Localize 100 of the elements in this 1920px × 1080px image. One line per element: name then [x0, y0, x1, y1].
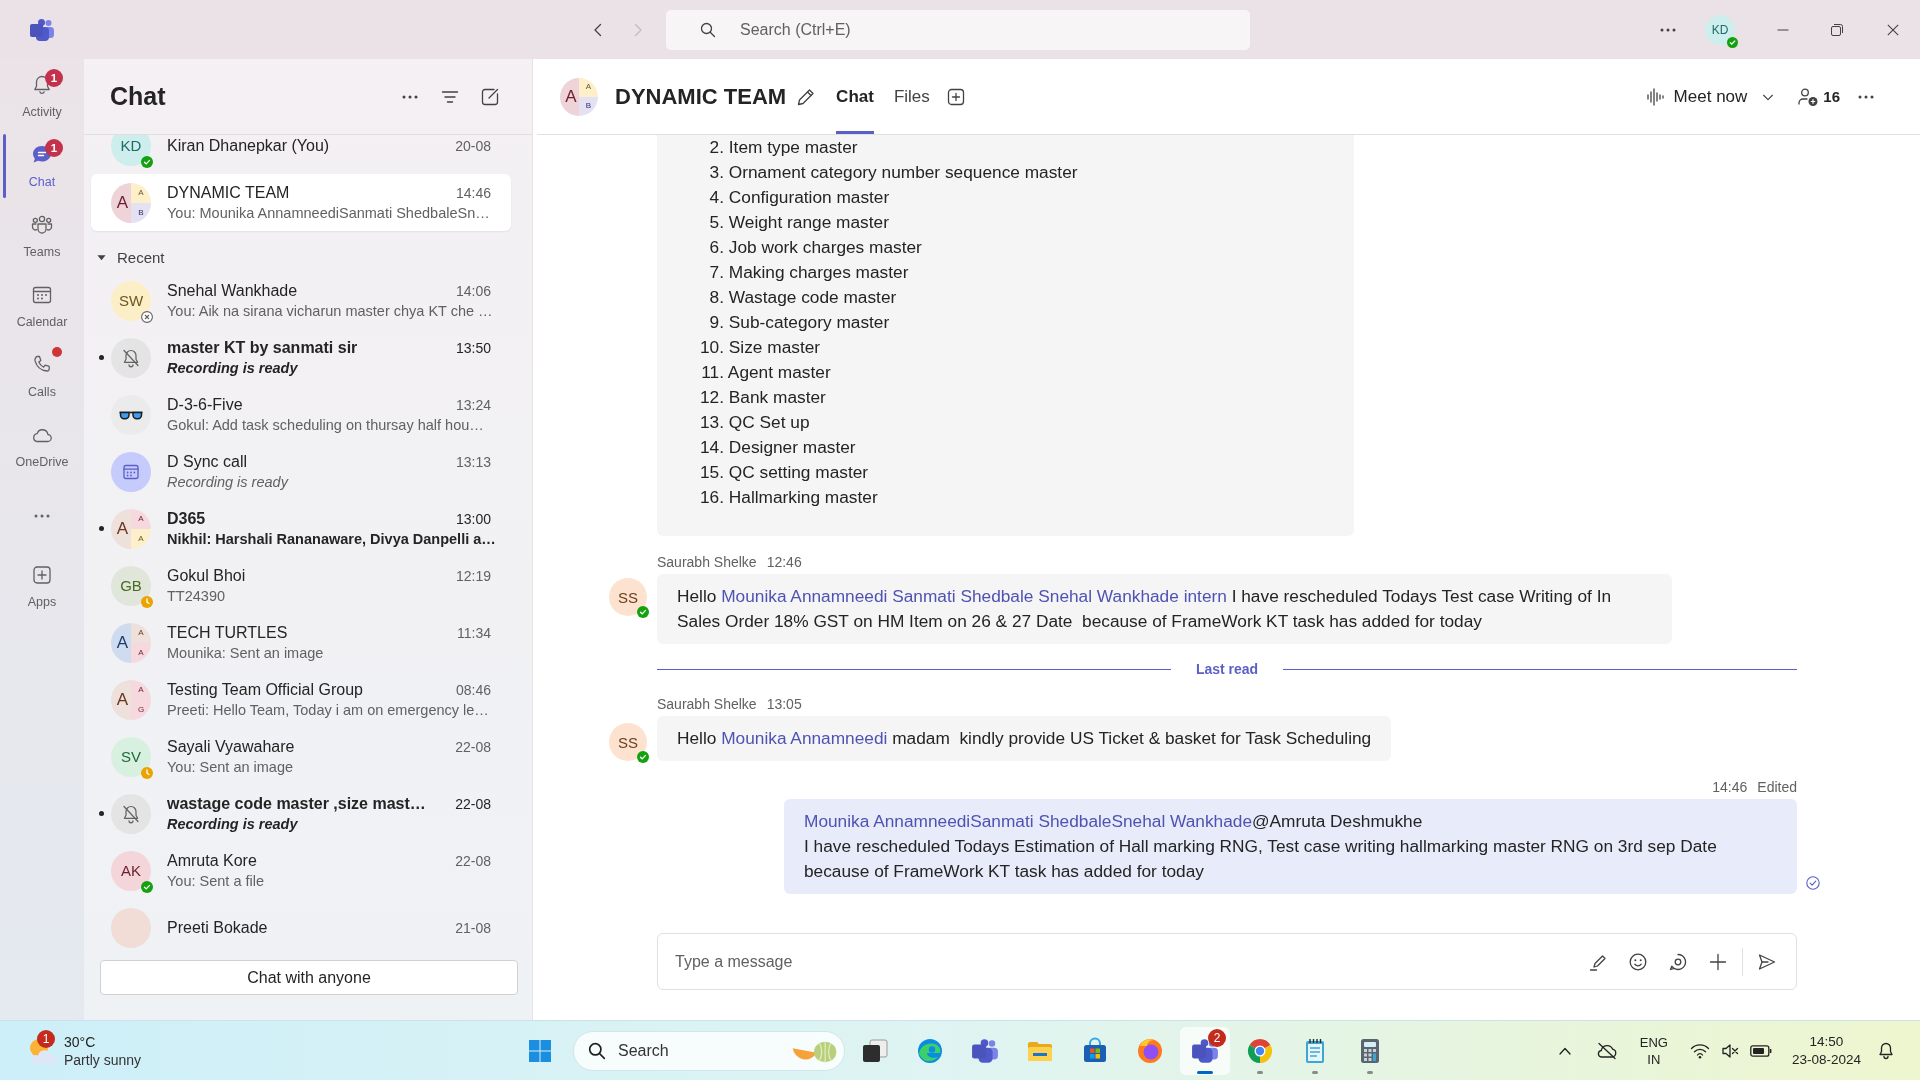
restore-icon[interactable] [1831, 23, 1843, 36]
chevron-up-icon[interactable] [1558, 1046, 1571, 1055]
start-icon[interactable] [528, 1038, 552, 1063]
chat-list-item[interactable]: D Sync call 13:13 Recording is ready [91, 443, 511, 500]
app-bar-item[interactable]: 1 Activity [0, 61, 84, 131]
list-item: 6. Job work charges master [708, 236, 923, 259]
weather-widget[interactable]: 1 30°C Partly sunny [22, 1029, 148, 1072]
avatar: AK [111, 850, 151, 891]
bell-slash-icon [111, 337, 151, 378]
avatar-initial: A [579, 77, 598, 97]
mention-link[interactable]: Mounika Annamneedi [721, 586, 888, 606]
app-bar-item[interactable]: Teams [0, 201, 84, 271]
message-text: Hello Mounika Annamneedi madam kindly provide US Ticket & basket for Task Scheduling [677, 727, 1372, 750]
message-input[interactable]: Type a message [675, 950, 1568, 973]
chat-list-item[interactable]: A A A D365 13:00 Nikhil: Harshali Rananaware, Divya Danpelli a… [91, 500, 511, 557]
list-item: 16. Hallmarking master [698, 486, 879, 509]
edited-label: Edited [1757, 778, 1797, 797]
plus-square-icon[interactable] [945, 86, 966, 107]
app-bar-item[interactable]: 1 Chat [0, 131, 84, 201]
taskbar-button[interactable]: 2 [1180, 1026, 1230, 1075]
section-header[interactable]: Recent [84, 231, 165, 272]
list-item: 2. Item type master [708, 136, 859, 159]
chat-with-anyone-button[interactable]: Chat with anyone [100, 960, 518, 995]
edge-icon [916, 1036, 944, 1065]
chat-preview: Recording is ready [167, 473, 288, 492]
chat-list-item[interactable]: SV Sayali Vyawahare 22-08 You: Sent an image [91, 728, 511, 785]
avatar-initial: B [131, 202, 151, 223]
chat-name: Amruta Kore [167, 851, 257, 871]
chat-list-item[interactable]: GB Gokul Bhoi 12:19 TT24390 [91, 557, 511, 614]
chat-preview: You: Aik na sirana vicharun master chya KT che … [167, 302, 491, 321]
chat-list-item[interactable]: KD Kiran Dhanepkar (You) 20-08 [91, 135, 511, 174]
search-input[interactable]: Search (Ctrl+E) [740, 18, 1250, 41]
search-box[interactable]: Search (Ctrl+E) [666, 9, 1250, 50]
panel-title: Chat [110, 82, 166, 111]
glasses-icon [111, 394, 151, 435]
list-item: 3. Ornament category number sequence master [708, 161, 1079, 184]
mention-link[interactable]: Snehal Wankhade [1033, 586, 1179, 606]
send-icon[interactable] [1757, 951, 1777, 972]
chat-list-item[interactable]: master KT by sanmati sir 13:50 Recording is ready [91, 329, 511, 386]
participants-button[interactable]: 16 [1797, 86, 1840, 107]
plus-icon[interactable] [1708, 951, 1728, 972]
battery-icon[interactable] [1749, 1044, 1772, 1057]
emoji-icon[interactable] [1628, 951, 1648, 972]
chat-time: 13:00 [454, 511, 491, 527]
tab[interactable]: Files [893, 59, 930, 134]
cloud-off-icon[interactable] [1595, 1041, 1618, 1060]
notification-badge: 2 [1208, 1028, 1226, 1047]
chat-list-item[interactable]: A A G Testing Team Official Group 08:46 Preeti: Hello Team, Today i am on emergency le… [91, 671, 511, 728]
app-bar-item[interactable]: Calendar [0, 271, 84, 341]
app-bar-item[interactable]: OneDrive [0, 411, 84, 481]
language-button[interactable]: ENG IN [1639, 1033, 1668, 1068]
avatar: GB [111, 565, 151, 606]
chat-name: D-3-6-Five [167, 395, 243, 415]
chat-name: D Sync call [167, 452, 248, 472]
mention-link[interactable]: Sanmati Shedbale [970, 811, 1112, 831]
bell-icon[interactable] [1878, 1041, 1894, 1060]
chat-time: 13:13 [454, 454, 491, 470]
more-icon [34, 514, 50, 518]
chat-list-item[interactable]: wastage code master ,size mast… 22-08 Recording is ready [91, 785, 511, 842]
more-icon[interactable] [1660, 27, 1676, 32]
mention-link[interactable]: intern [1178, 586, 1227, 606]
message-time: 14:46 [1712, 778, 1748, 797]
list-item: 11. Agent master [700, 361, 832, 384]
meet-now-button[interactable]: Meet now [1645, 86, 1748, 107]
avatar: SS [609, 723, 647, 761]
search-input[interactable]: Search [618, 1039, 778, 1062]
close-icon[interactable] [1887, 23, 1899, 36]
chat-time: 22-08 [454, 853, 491, 869]
clock-button[interactable]: 14:50 23-08-2024 [1791, 1032, 1861, 1069]
list-item: 14. Designer master [698, 436, 857, 459]
mention-link[interactable]: Mounika Annamneedi [721, 728, 888, 748]
more-icon[interactable] [1858, 94, 1874, 99]
chat-name: Kiran Dhanepkar (You) [167, 136, 330, 156]
chat-list-item[interactable]: Preeti Bokade 21-08 [91, 899, 511, 956]
mention-link[interactable]: Sanmati Shedbale [887, 586, 1034, 606]
chat-name: Preeti Bokade [167, 918, 268, 938]
message-time: 12:46 [766, 553, 802, 572]
avatar-initial: A [131, 528, 151, 549]
chat-list-item[interactable]: AK Amruta Kore 22-08 You: Sent a file [91, 842, 511, 899]
chat-list-item[interactable]: D-3-6-Five 13:24 Gokul: Add task scheduling on thursay half hou… [91, 386, 511, 443]
mention-link[interactable]: Snehal Wankhade [1111, 811, 1253, 831]
more-icon[interactable] [402, 94, 418, 99]
app-bar-item[interactable]: Calls [0, 341, 84, 411]
pencil-icon[interactable] [796, 86, 817, 107]
compose-box[interactable]: Type a message [657, 933, 1797, 990]
wifi-icon[interactable] [1689, 1042, 1710, 1059]
chat-name: TECH TURTLES [167, 623, 288, 643]
chat-preview: You: Mounika AnnamneediSanmati ShedbaleSn… [167, 204, 490, 223]
compose-icon[interactable] [480, 86, 500, 107]
avatar-initial: A [131, 622, 151, 643]
chat-list-item[interactable]: SW Snehal Wankhade 14:06 You: Aik na sirana vicharun master chya KT che … [91, 272, 511, 329]
app-bar-item[interactable]: Apps [0, 551, 84, 621]
search-box[interactable]: Search [573, 1030, 845, 1071]
message-text: I have rescheduled Todays Estimation of Hall marking RNG, Test case writing hallmarking master RNG on 3rd sep Date because of FrameWork KT task has added for today [804, 835, 1718, 883]
chat-name: Gokul Bhoi [167, 566, 246, 586]
muted-speaker-icon[interactable] [1720, 1042, 1739, 1059]
chat-list-item[interactable]: A A A TECH TURTLES 11:34 Mounika: Sent an image [91, 614, 511, 671]
speech-bubble-icon[interactable] [1668, 951, 1688, 972]
chat-list-item[interactable]: A A B DYNAMIC TEAM 14:46 You: Mounika AnnamneediSanmati ShedbaleSn… [91, 174, 511, 231]
mention-link[interactable]: Mounika Annamneedi [804, 811, 971, 831]
